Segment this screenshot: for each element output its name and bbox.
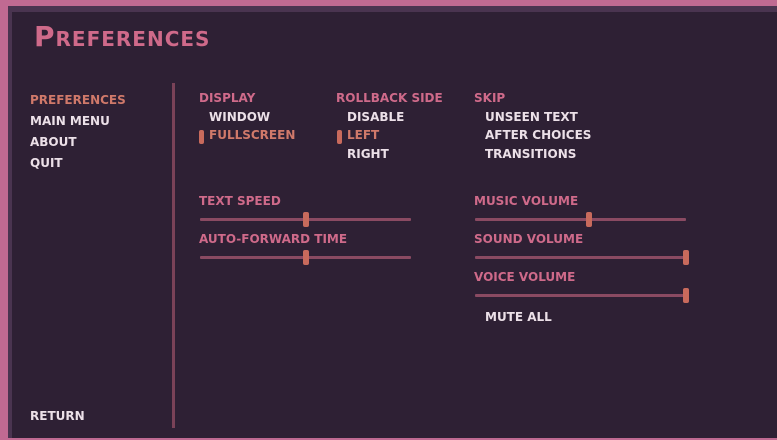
auto-forward-label: AUTO-FORWARD TIME: [199, 232, 348, 246]
sound-volume-thumb[interactable]: [683, 250, 689, 265]
frame-shade-left: [8, 6, 12, 438]
display-option-window[interactable]: WINDOW: [209, 110, 270, 124]
skip-option-transitions[interactable]: TRANSITIONS: [485, 147, 576, 161]
skip-option-unseen-text[interactable]: UNSEEN TEXT: [485, 110, 578, 124]
skip-option-after-choices[interactable]: AFTER CHOICES: [485, 128, 591, 142]
sound-volume-slider[interactable]: [475, 256, 686, 259]
rollback-option-right[interactable]: RIGHT: [347, 147, 389, 161]
skip-heading: SKIP: [474, 91, 506, 105]
rollback-selected-marker: [337, 130, 342, 144]
mute-all-button[interactable]: MUTE ALL: [485, 310, 552, 324]
main-nav: PREFERENCES MAIN MENU ABOUT QUIT: [30, 93, 126, 177]
nav-item-preferences[interactable]: PREFERENCES: [30, 93, 126, 114]
nav-item-about[interactable]: ABOUT: [30, 135, 126, 156]
voice-volume-label: VOICE VOLUME: [474, 270, 576, 284]
rollback-option-disable[interactable]: DISABLE: [347, 110, 404, 124]
voice-volume-thumb[interactable]: [683, 288, 689, 303]
text-speed-thumb[interactable]: [302, 212, 309, 227]
sound-volume-label: SOUND VOLUME: [474, 232, 584, 246]
nav-item-quit[interactable]: QUIT: [30, 156, 126, 177]
nav-divider: [172, 83, 175, 428]
frame-shade-top: [8, 6, 777, 12]
music-volume-thumb[interactable]: [585, 212, 592, 227]
music-volume-label: MUSIC VOLUME: [474, 194, 579, 208]
page-title: Preferences: [34, 20, 211, 53]
nav-item-main-menu[interactable]: MAIN MENU: [30, 114, 126, 135]
auto-forward-thumb[interactable]: [302, 250, 309, 265]
rollback-option-left[interactable]: LEFT: [347, 128, 379, 142]
text-speed-label: TEXT SPEED: [199, 194, 281, 208]
display-option-fullscreen[interactable]: FULLSCREEN: [209, 128, 295, 142]
music-volume-slider[interactable]: [475, 218, 686, 221]
return-button[interactable]: RETURN: [30, 409, 85, 423]
screen: [8, 6, 777, 438]
voice-volume-slider[interactable]: [475, 294, 686, 297]
display-selected-marker: [199, 130, 204, 144]
display-heading: DISPLAY: [199, 91, 256, 105]
rollback-heading: ROLLBACK SIDE: [336, 91, 443, 105]
